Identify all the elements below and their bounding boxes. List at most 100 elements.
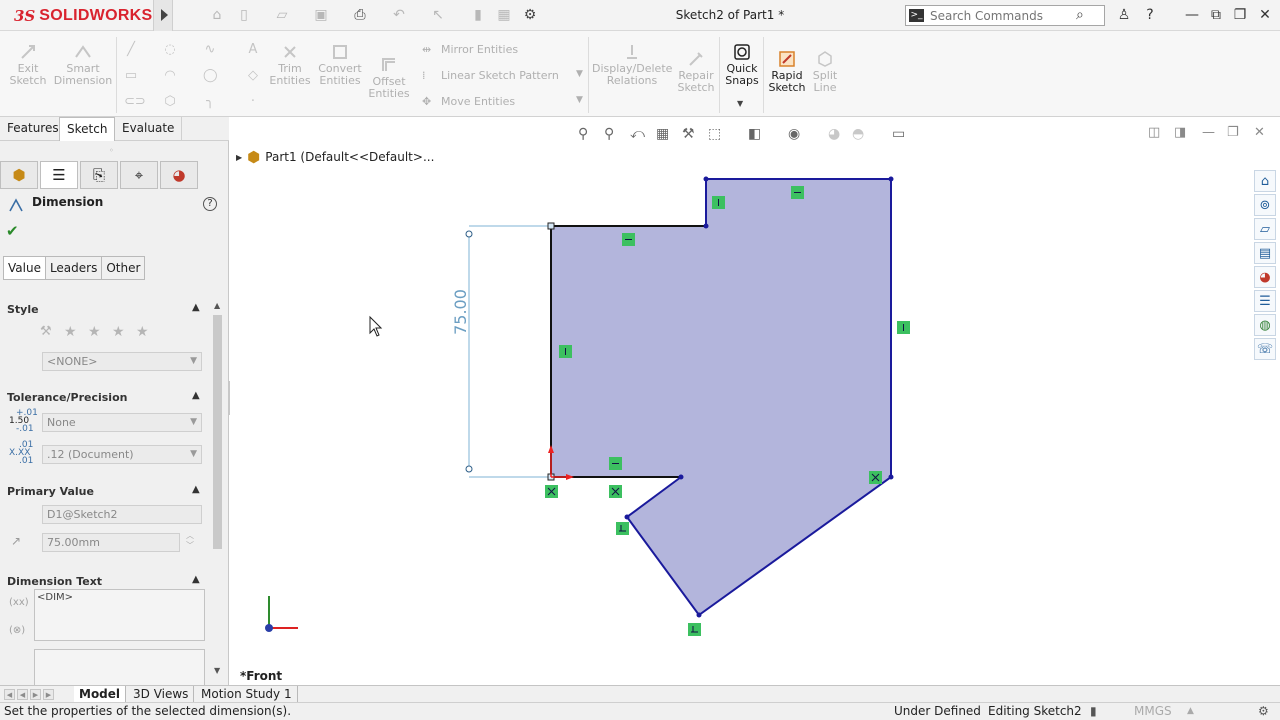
repair-sketch-button[interactable]: Repair Sketch xyxy=(676,50,716,94)
dimension-handle-top[interactable] xyxy=(465,230,473,238)
dimension-text-below-area[interactable] xyxy=(34,649,205,686)
sketch-canvas[interactable]: 75.00 xyxy=(230,117,1250,677)
select-icon[interactable]: ↖ xyxy=(428,6,448,24)
polygon-tool-icon[interactable]: ⬡ xyxy=(163,95,177,109)
doc-close-icon[interactable]: ✕ xyxy=(1254,125,1265,140)
solidworks-resources-icon[interactable]: ⌂ xyxy=(1254,170,1276,192)
file-properties-icon[interactable]: ▦ xyxy=(494,6,514,24)
design-library-icon[interactable]: ⊚ xyxy=(1254,194,1276,216)
vertex-point[interactable] xyxy=(696,612,702,618)
view-palette-icon[interactable]: ▤ xyxy=(1254,242,1276,264)
rectangle-tool-icon[interactable]: ▭ xyxy=(124,69,138,83)
file-explorer-icon[interactable]: ▱ xyxy=(1254,218,1276,240)
scrollbar-thumb[interactable] xyxy=(213,315,222,549)
dimension-text-area[interactable]: <DIM> xyxy=(34,589,205,641)
tab-features[interactable]: Features xyxy=(0,117,67,141)
forum-chat-icon[interactable]: ☏ xyxy=(1254,338,1276,360)
help-icon[interactable]: ? xyxy=(1138,5,1162,25)
delete-style-icon[interactable]: ★ xyxy=(88,324,101,340)
circle-tool-icon[interactable]: ◌ xyxy=(163,43,177,57)
print-icon[interactable]: ⎙ xyxy=(350,6,370,24)
dimension-value-field[interactable]: 75.00mm xyxy=(42,533,180,552)
collapse-caret-icon[interactable]: ▲ xyxy=(192,390,200,401)
split-line-button[interactable]: Split Line xyxy=(808,50,842,94)
next-tab-arrow-icon[interactable]: ▶ xyxy=(30,689,41,700)
maximize-window-icon[interactable]: ⧉ xyxy=(1204,5,1228,25)
new-document-icon[interactable]: ▯ xyxy=(234,6,254,24)
move-entities-button[interactable]: Move Entities xyxy=(441,95,515,108)
save-style-icon[interactable]: ★ xyxy=(112,324,125,340)
line-tool-icon[interactable]: ╱ xyxy=(124,43,138,57)
perpendicular-relation-icon[interactable] xyxy=(688,623,701,636)
unit-system[interactable]: MMGS xyxy=(1134,703,1172,720)
convert-entities-button[interactable]: Convert Entities xyxy=(316,43,364,87)
close-window-icon[interactable]: ✕ xyxy=(1253,5,1277,25)
tab-motion-study[interactable]: Motion Study 1 xyxy=(196,686,298,703)
move-entities-dropdown-icon[interactable]: ▼ xyxy=(576,95,583,105)
dimension-name-field[interactable]: D1@Sketch2 xyxy=(42,505,202,524)
tab-evaluate[interactable]: Evaluate xyxy=(115,117,183,141)
help-icon[interactable]: ? xyxy=(203,197,217,211)
collapse-caret-icon[interactable]: ▲ xyxy=(192,484,200,495)
status-options-icon[interactable]: ⚙ xyxy=(1258,703,1269,720)
ok-checkmark-button[interactable]: ✔ xyxy=(6,222,19,240)
rebuild-icon[interactable]: ▮ xyxy=(468,6,488,24)
vertex-point[interactable] xyxy=(888,176,894,182)
vertex-point[interactable] xyxy=(888,474,894,480)
tab-leaders[interactable]: Leaders xyxy=(44,256,103,280)
point-tool-icon[interactable]: · xyxy=(246,95,260,109)
vertex-point[interactable] xyxy=(703,176,709,182)
tolerance-group-header[interactable]: Tolerance/Precision ▲ xyxy=(7,390,200,404)
linear-pattern-dropdown-icon[interactable]: ▼ xyxy=(576,69,583,79)
dimension-value-text[interactable]: 75.00 xyxy=(451,289,470,335)
search-icon[interactable]: ⌕ xyxy=(1076,7,1084,23)
plane-tool-icon[interactable]: ◇ xyxy=(246,69,260,83)
open-folder-icon[interactable]: ▱ xyxy=(272,6,292,24)
scroll-up-icon[interactable]: ▲ xyxy=(214,301,220,310)
configurationmanager-icon[interactable]: ⎘ xyxy=(80,161,118,189)
restore-window-icon[interactable]: ❐ xyxy=(1228,5,1252,25)
property-manager-scrollbar[interactable]: ▲ ▼ xyxy=(211,301,224,676)
rapid-sketch-button[interactable]: Rapid Sketch xyxy=(766,50,808,94)
vertex-point[interactable] xyxy=(624,514,630,520)
smart-dimension-button[interactable]: Smart Dimension xyxy=(53,43,113,87)
dim-text-link-icon[interactable]: (⊗) xyxy=(9,625,25,636)
panel-splitter-handle[interactable]: ◦ xyxy=(109,146,114,155)
vertex-top-left[interactable] xyxy=(547,222,555,230)
dim-text-prefix-icon[interactable]: (xx) xyxy=(9,597,29,608)
value-spinner-icon[interactable]: ︿ ﹀ xyxy=(186,531,194,551)
search-commands-box[interactable]: >_ ⌕ xyxy=(905,5,1105,26)
ellipse-tool-icon[interactable]: ◯ xyxy=(203,69,218,83)
home-icon[interactable]: ⌂ xyxy=(207,6,227,24)
dimension-text-group-header[interactable]: Dimension Text ▲ xyxy=(7,574,200,588)
first-tab-arrow-icon[interactable]: ◀ xyxy=(4,689,15,700)
quick-snaps-button[interactable]: Quick Snaps xyxy=(722,43,762,87)
tab-model[interactable]: Model xyxy=(74,686,127,703)
linear-sketch-pattern-button[interactable]: Linear Sketch Pattern xyxy=(441,69,559,82)
last-tab-arrow-icon[interactable]: ▶ xyxy=(43,689,54,700)
trim-entities-button[interactable]: Trim Entities xyxy=(268,43,312,87)
collapse-caret-icon[interactable]: ▲ xyxy=(192,574,200,585)
arc-tool-icon[interactable]: ◠ xyxy=(163,69,177,83)
tolerance-type-select[interactable]: None ▼ xyxy=(42,413,202,432)
solidworks-logo[interactable]: 3S SOLIDWORKS xyxy=(14,5,153,27)
solidworks-forum-icon[interactable]: ◍ xyxy=(1254,314,1276,336)
prev-tab-arrow-icon[interactable]: ◀ xyxy=(17,689,28,700)
undo-icon[interactable]: ↶ xyxy=(389,6,409,24)
featuremanager-tree-icon[interactable]: ⬢ xyxy=(0,161,38,189)
vertex-point[interactable] xyxy=(703,223,709,229)
save-icon[interactable]: ▣ xyxy=(311,6,331,24)
vertex-point[interactable] xyxy=(678,474,684,480)
dimxpertmanager-icon[interactable]: ⌖ xyxy=(120,161,158,189)
text-tool-icon[interactable]: A xyxy=(246,43,260,57)
slot-tool-icon[interactable]: ⊂⊃ xyxy=(124,95,146,109)
minimize-window-icon[interactable]: — xyxy=(1180,5,1204,25)
propertymanager-icon[interactable]: ☰ xyxy=(40,161,78,189)
offset-entities-button[interactable]: Offset Entities xyxy=(366,56,412,100)
spline-tool-icon[interactable]: ∿ xyxy=(203,43,217,57)
custom-properties-icon[interactable]: ☰ xyxy=(1254,290,1276,312)
perpendicular-relation-icon[interactable] xyxy=(616,522,629,535)
expand-menu-arrow-icon[interactable] xyxy=(153,0,173,31)
sketch-profile-region[interactable] xyxy=(551,179,891,615)
tab-value[interactable]: Value xyxy=(3,256,46,280)
